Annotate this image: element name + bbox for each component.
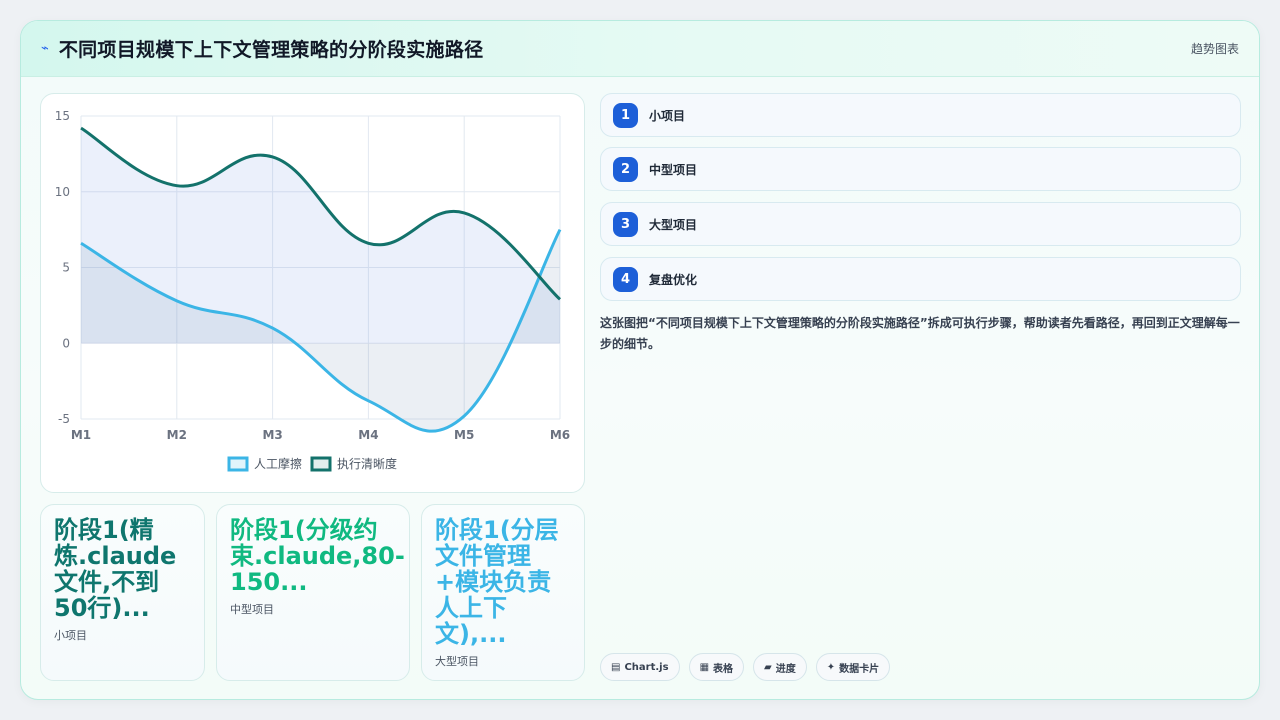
stat-value: 阶段1(分层文件管理+模块负责人上下文),... bbox=[435, 516, 559, 648]
x-tick-label: M6 bbox=[550, 428, 570, 442]
chip-chartjs[interactable]: ▤ Chart.js bbox=[600, 653, 680, 681]
legend-label: 人工摩擦 bbox=[254, 456, 302, 471]
main-card: ⌁ 不同项目规模下上下文管理策略的分阶段实施路径 趋势图表 15 10 5 0 -5 M1… bbox=[20, 20, 1260, 700]
step-label: 小项目 bbox=[649, 108, 686, 123]
progress-icon: ▰ bbox=[764, 661, 772, 673]
stat-value: 阶段1(精炼.claude文件,不到50行)... bbox=[54, 516, 177, 622]
chip-label: 表格 bbox=[713, 663, 734, 675]
step-number: 2 bbox=[613, 156, 638, 182]
x-tick-label: M4 bbox=[358, 428, 378, 442]
x-tick-label: M2 bbox=[167, 428, 187, 442]
step-number: 4 bbox=[613, 266, 638, 292]
chip-data-card[interactable]: ✦ 数据卡片 bbox=[815, 653, 891, 681]
legend-swatch bbox=[310, 456, 332, 472]
step-label: 中型项目 bbox=[649, 162, 698, 177]
line-chart: 15 10 5 0 -5 M1 M2 M3 M4 M5 M6 人工摩擦 执行清晰度 bbox=[40, 93, 585, 493]
stat-value: 阶段1(分级约束.claude,80-150... bbox=[230, 516, 405, 596]
stat-card-large: 阶段1(分层文件管理+模块负责人上下文),... 大型项目 bbox=[421, 504, 585, 681]
page-title: 不同项目规模下上下文管理策略的分阶段实施路径 bbox=[58, 39, 484, 61]
x-tick-label: M1 bbox=[71, 428, 91, 442]
legend-label: 执行清晰度 bbox=[337, 456, 397, 471]
step-label: 复盘优化 bbox=[649, 272, 698, 287]
x-tick-label: M5 bbox=[454, 428, 474, 442]
legend-swatch bbox=[227, 456, 249, 472]
y-tick-label: -5 bbox=[58, 412, 70, 426]
header: ⌁ 不同项目规模下上下文管理策略的分阶段实施路径 趋势图表 bbox=[21, 21, 1259, 77]
step-4[interactable]: 4 复盘优化 bbox=[600, 257, 1241, 301]
step-3[interactable]: 3 大型项目 bbox=[600, 202, 1241, 246]
step-number: 3 bbox=[613, 211, 638, 237]
feature-chips: ▤ Chart.js ▦ 表格 ▰ 进度 ✦ 数据卡片 bbox=[600, 653, 891, 681]
description: 这张图把“不同项目规模下上下文管理策略的分阶段实施路径”拆成可执行步骤，帮助读者… bbox=[600, 316, 1240, 351]
y-tick-label: 15 bbox=[55, 109, 70, 123]
y-tick-label: 5 bbox=[62, 261, 70, 275]
sparkle-icon: ✦ bbox=[826, 661, 836, 673]
step-2[interactable]: 2 中型项目 bbox=[600, 147, 1241, 191]
stat-label: 大型项目 bbox=[435, 655, 479, 668]
stat-label: 小项目 bbox=[54, 629, 87, 642]
lightning-icon: ⌁ bbox=[41, 41, 49, 56]
chip-progress[interactable]: ▰ 进度 bbox=[753, 653, 807, 681]
table-icon: ▦ bbox=[699, 661, 710, 673]
chip-label: 数据卡片 bbox=[839, 663, 880, 675]
stat-card-medium: 阶段1(分级约束.claude,80-150... 中型项目 bbox=[216, 504, 410, 681]
step-number: 1 bbox=[613, 102, 638, 128]
y-tick-label: 0 bbox=[62, 336, 70, 350]
step-label: 大型项目 bbox=[649, 217, 698, 232]
y-tick-label: 10 bbox=[55, 185, 70, 199]
chip-label: Chart.js bbox=[624, 661, 669, 673]
chart-type-tag: 趋势图表 bbox=[1190, 42, 1239, 56]
step-1[interactable]: 1 小项目 bbox=[600, 93, 1241, 137]
x-tick-label: M3 bbox=[262, 428, 282, 442]
stat-card-small: 阶段1(精炼.claude文件,不到50行)... 小项目 bbox=[40, 504, 205, 681]
stat-label: 中型项目 bbox=[230, 603, 274, 616]
chip-label: 进度 bbox=[775, 663, 796, 675]
chart-icon: ▤ bbox=[611, 661, 621, 673]
chip-table[interactable]: ▦ 表格 bbox=[688, 653, 745, 681]
chart-svg: 15 10 5 0 -5M1 M2 M3 M4 M5 M6 人工摩擦 执行清晰度 bbox=[55, 109, 570, 472]
